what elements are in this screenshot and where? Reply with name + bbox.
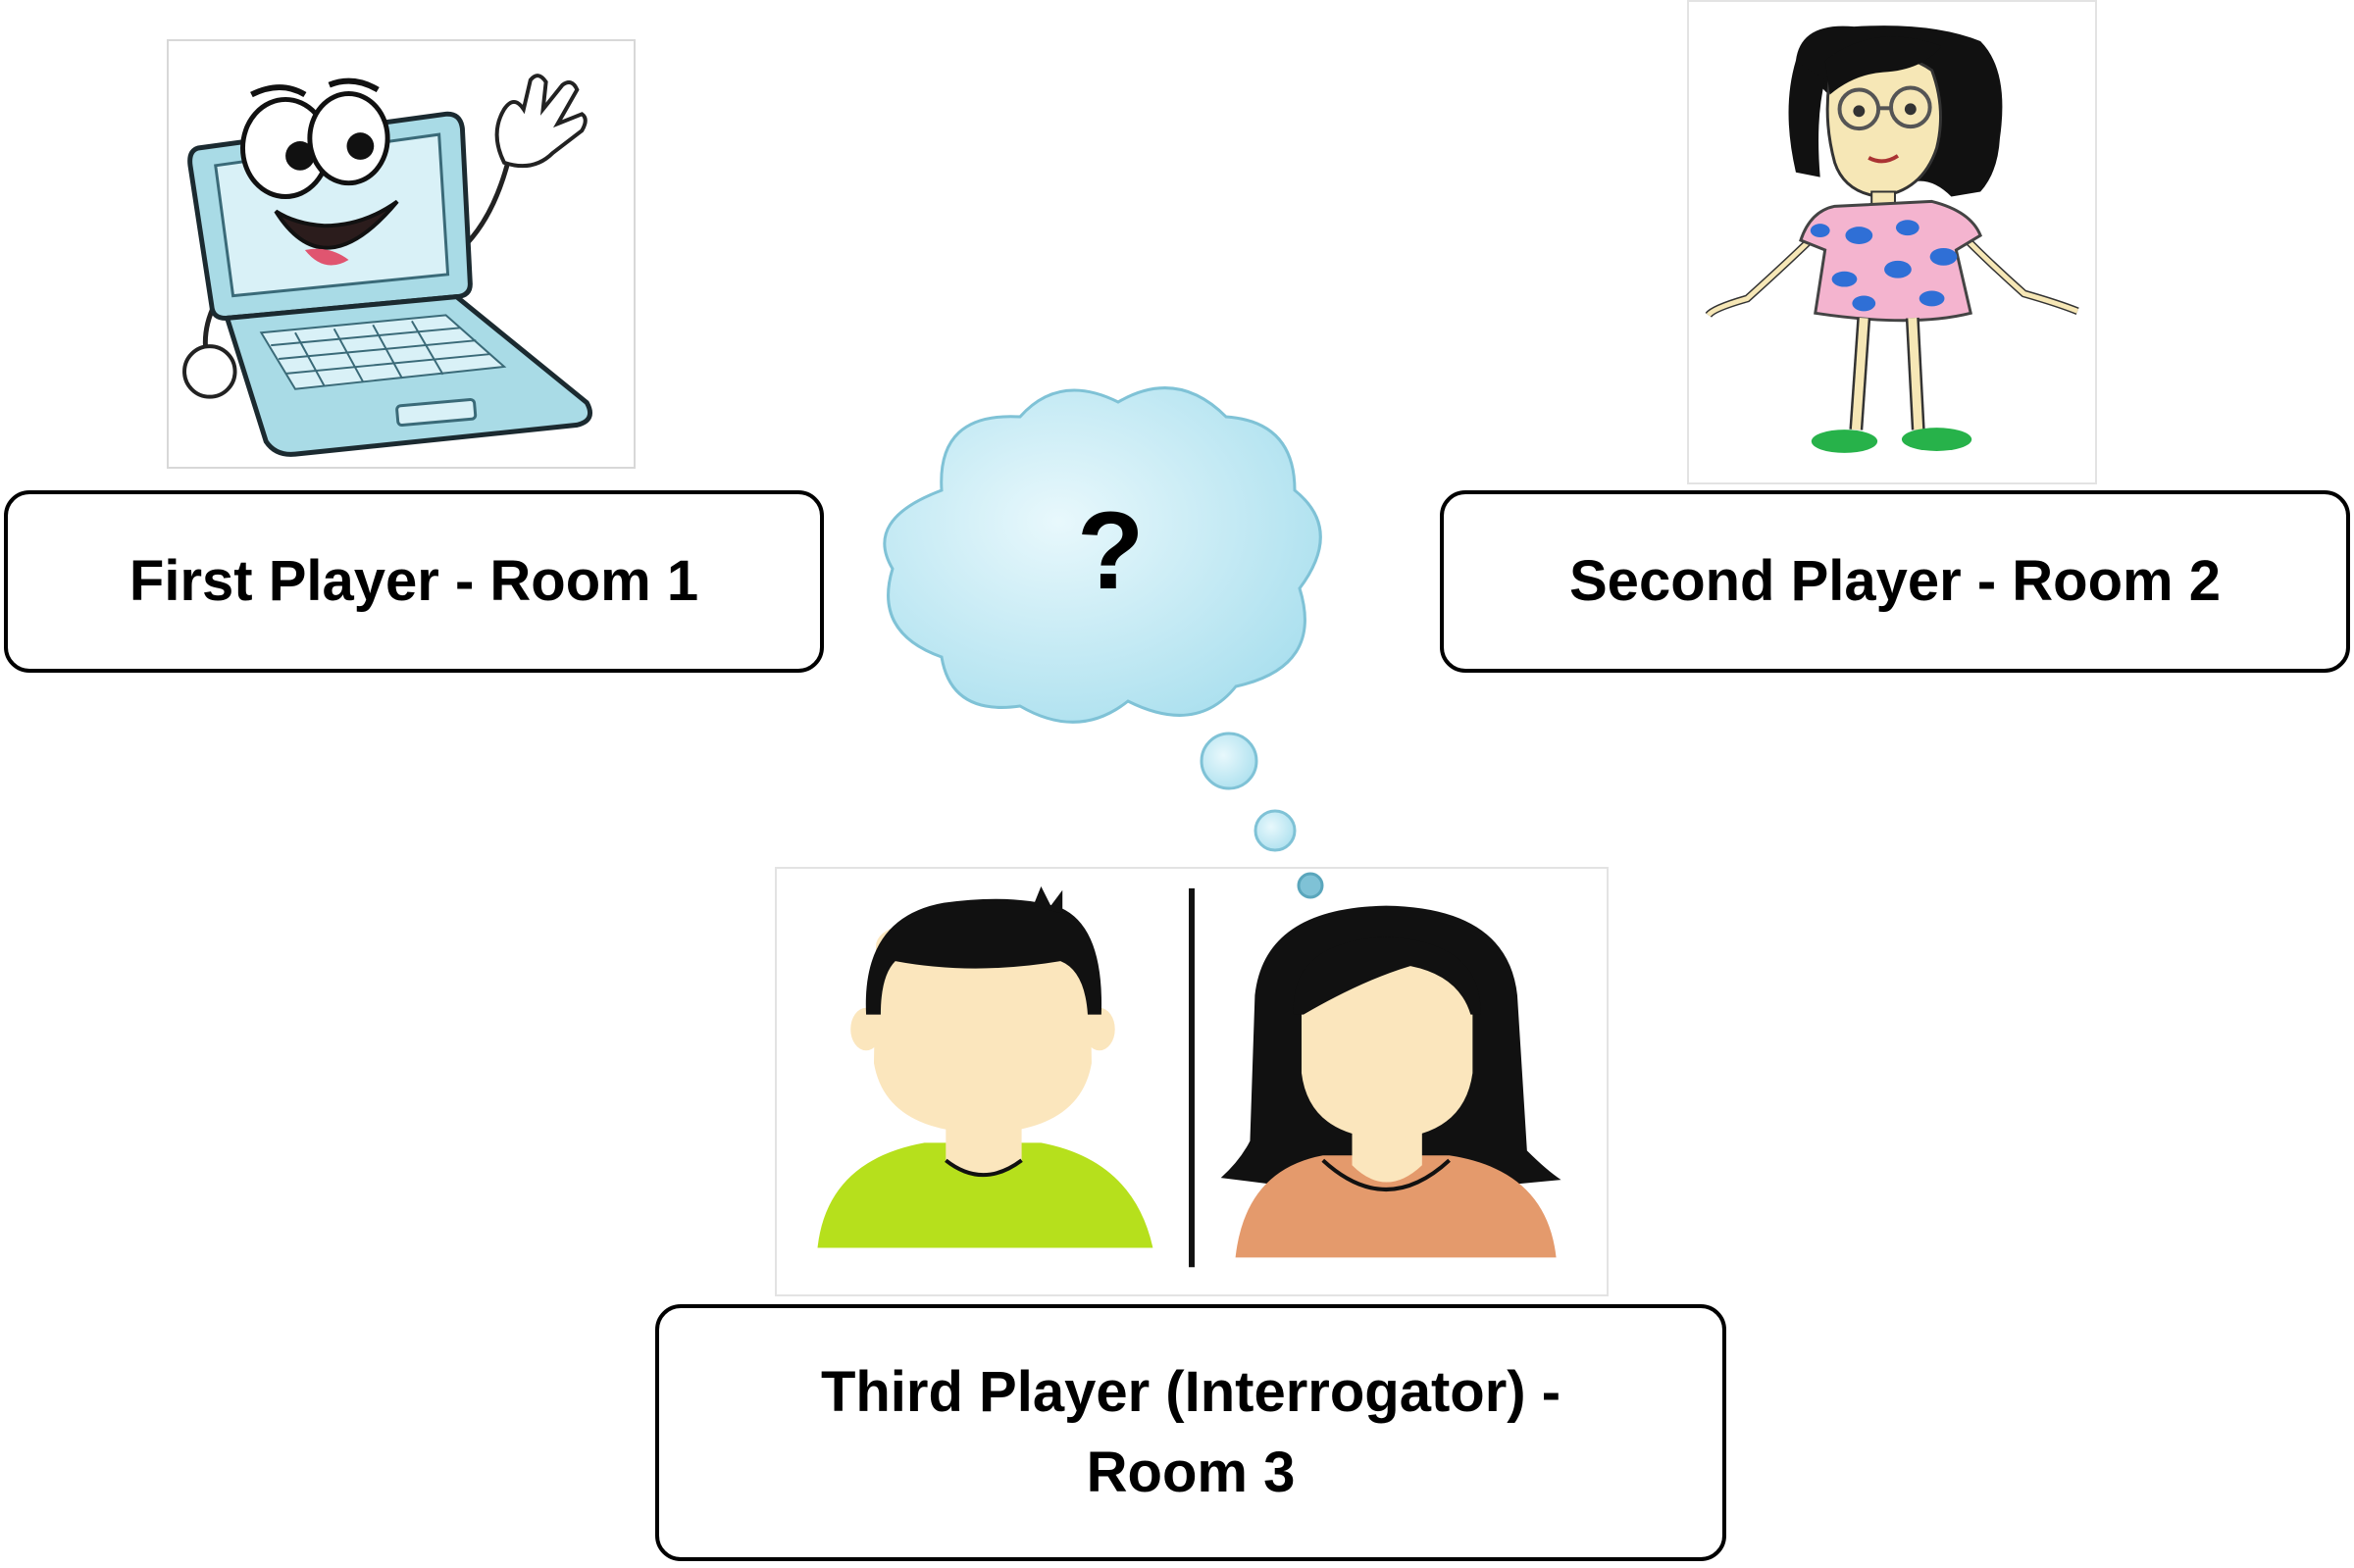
first-player-label-box: First Player - Room 1 — [4, 490, 824, 673]
man-and-woman-avatars-icon — [817, 885, 1561, 1268]
question-mark: ? — [1077, 489, 1144, 612]
interrogator-avatars-image — [775, 867, 1609, 1296]
second-player-label-box: Second Player - Room 2 — [1440, 490, 2350, 673]
laptop-character-icon — [182, 74, 592, 457]
waving-hand-icon — [494, 74, 588, 169]
third-player-label-line1: Third Player (Interrogator) - — [820, 1359, 1561, 1424]
thought-cloud-icon: ? — [883, 386, 1324, 899]
girl-character-image — [1687, 0, 2097, 484]
woman-avatar-icon — [1220, 905, 1561, 1258]
third-player-label-box: Third Player (Interrogator) - Room 3 — [655, 1304, 1726, 1561]
third-player-label-line2: Room 3 — [1086, 1441, 1296, 1504]
girl-character-icon — [1705, 25, 2079, 453]
second-player-label: Second Player - Room 2 — [1569, 548, 2221, 613]
man-avatar-icon — [817, 885, 1153, 1248]
thought-bubble: ? — [863, 373, 1334, 922]
first-player-label: First Player - Room 1 — [128, 548, 699, 613]
laptop-character-image — [167, 39, 636, 469]
